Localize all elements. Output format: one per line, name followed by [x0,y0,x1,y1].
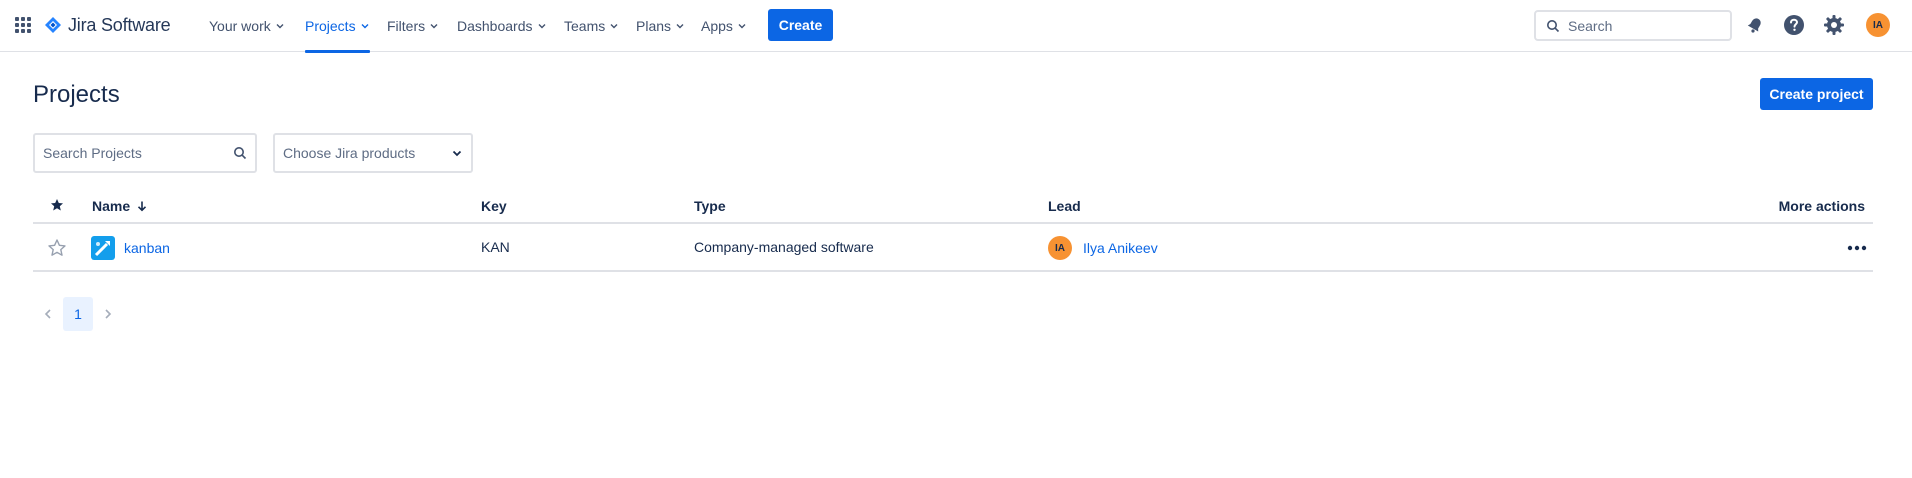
user-avatar[interactable]: IA [1866,13,1890,37]
starred-column-icon[interactable] [50,198,64,212]
sort-arrow-down-icon [138,201,147,212]
projects-table: Name Key Type Lead More actions kanban K… [33,188,1873,272]
previous-page-icon[interactable] [36,297,60,331]
chevron-down-icon [676,24,684,29]
jira-logo[interactable]: Jira Software [44,13,171,37]
project-key: KAN [481,239,510,255]
nav-apps[interactable]: Apps [701,0,747,52]
chevron-down-icon [610,24,618,29]
chevron-down-icon [452,150,462,157]
app-switcher-icon[interactable] [13,15,33,35]
nav-label: Apps [701,18,733,34]
nav-plans[interactable]: Plans [636,0,685,52]
search-projects-input[interactable]: Search Projects [33,133,257,173]
brand-name: Jira Software [68,14,171,35]
table-header: Name Key Type Lead More actions [33,188,1873,224]
project-avatar-icon [91,236,115,260]
product-select-placeholder: Choose Jira products [283,145,416,161]
chevron-down-icon [276,24,284,29]
nav-label: Dashboards [457,18,533,34]
jira-products-select[interactable]: Choose Jira products [273,133,473,173]
nav-label: Filters [387,18,426,34]
chevron-down-icon [361,24,369,29]
nav-label: Projects [305,18,356,34]
column-name-label: Name [92,198,131,214]
nav-projects[interactable]: Projects [305,0,370,53]
column-type[interactable]: Type [694,198,726,214]
chevron-down-icon [430,24,438,29]
nav-label: Teams [564,18,606,34]
lead-avatar[interactable]: IA [1048,236,1072,260]
project-type: Company-managed software [694,239,874,255]
star-toggle-icon[interactable] [47,238,67,258]
nav-label: Plans [636,18,672,34]
table-row: kanban KAN Company-managed software IA I… [33,224,1873,272]
page-title: Projects [33,81,120,108]
chevron-down-icon [538,24,545,29]
notifications-icon[interactable] [1743,13,1767,37]
nav-label: Your work [209,18,271,34]
column-name[interactable]: Name [92,198,148,214]
help-icon[interactable] [1782,13,1806,37]
page-number-button[interactable]: 1 [63,297,93,331]
project-lead-cell: IA Ilya Anikeev [1048,236,1158,260]
create-project-button[interactable]: Create project [1760,78,1873,110]
search-icon [234,147,247,160]
settings-gear-icon[interactable] [1822,13,1846,37]
project-lead-link[interactable]: Ilya Anikeev [1083,240,1158,256]
nav-teams[interactable]: Teams [564,0,619,52]
project-name-link[interactable]: kanban [124,240,170,256]
project-name-cell: kanban [91,236,170,260]
search-icon [1547,19,1560,32]
nav-dashboards[interactable]: Dashboards [457,0,547,52]
search-projects-placeholder: Search Projects [43,145,142,161]
global-search-input[interactable]: Search [1534,10,1732,41]
jira-logo-icon [45,17,61,33]
search-placeholder: Search [1568,17,1613,34]
next-page-icon[interactable] [96,297,120,331]
column-lead[interactable]: Lead [1048,198,1081,214]
more-actions-icon[interactable] [1845,236,1869,260]
pagination: 1 [36,297,120,331]
top-navigation: Jira Software Your work Projects Filters… [0,0,1912,53]
column-key[interactable]: Key [481,198,507,214]
nav-your-work[interactable]: Your work [209,0,285,52]
column-more-actions: More actions [1778,198,1865,214]
chevron-down-icon [738,24,746,29]
create-button[interactable]: Create [768,9,833,41]
nav-filters[interactable]: Filters [387,0,439,52]
